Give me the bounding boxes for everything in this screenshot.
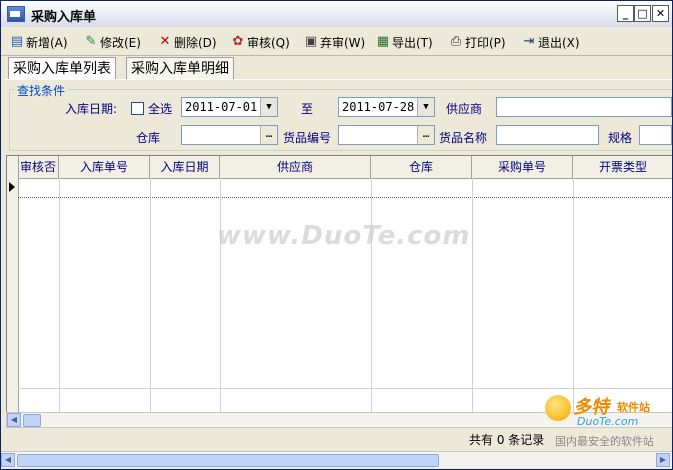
logo-slogan: 国内最安全的软件站 [555,435,654,448]
ellipsis-icon[interactable]: … [260,126,277,144]
grid-line [150,178,151,412]
scroll-left-icon[interactable]: ◀ [7,413,21,427]
select-all-label: 全选 [148,102,173,116]
scroll-thumb[interactable] [17,454,439,467]
supplier-input[interactable] [496,97,672,117]
exit-button[interactable]: ⇥ 退出(X) [522,33,580,51]
date-from-value: 2011-07-01 [185,100,258,114]
watermark: www.DuoTe.com [217,221,471,251]
current-row-arrow-icon [9,182,15,192]
date-to-picker[interactable]: 2011-07-28 ▼ [338,97,435,117]
scroll-right-icon[interactable]: ▶ [656,453,670,467]
mascot-icon [545,395,571,421]
record-count: 共有 0 条记录 [469,433,545,447]
app-icon [7,6,25,22]
data-grid[interactable]: 审核否 入库单号 入库日期 供应商 仓库 采购单号 开票类型 [6,155,672,413]
toolbar: ▤ 新增(A) ✎ 修改(E) ✕ 删除(D) ✿ 审核(Q) ▣ 弃审(W) … [1,29,672,56]
column-header-audited[interactable]: 审核否 [18,156,59,178]
column-header-receipt-date[interactable]: 入库日期 [150,156,220,178]
product-code-input[interactable]: … [338,125,435,145]
grid-line [573,178,574,412]
search-group-title: 查找条件 [15,82,68,99]
ellipsis-icon[interactable]: … [417,126,434,144]
column-header-po-no[interactable]: 采购单号 [472,156,573,178]
add-button[interactable]: ▤ 新增(A) [10,33,68,51]
table-row[interactable] [18,178,672,197]
to-label: 至 [301,102,314,116]
product-name-input[interactable] [496,125,599,145]
chevron-down-icon[interactable]: ▼ [260,98,277,116]
chevron-down-icon[interactable]: ▼ [417,98,434,116]
add-button-label: 新增(A) [26,35,68,50]
logo-url: DuoTe.com [577,415,639,428]
grid-line [371,178,372,412]
print-button[interactable]: ⎙ 打印(P) [449,33,506,51]
audit-icon: ✿ [232,34,244,49]
column-header-supplier[interactable]: 供应商 [220,156,371,178]
grid-line [59,178,60,412]
edit-icon: ✎ [85,34,97,49]
maximize-button[interactable]: □ [634,5,651,22]
audit-button-label: 审核(Q) [247,35,290,50]
tab-list[interactable]: 采购入库单列表 [8,57,116,80]
footer-indicator [7,389,19,412]
print-icon: ⎙ [450,34,462,49]
warehouse-input[interactable]: … [181,125,278,145]
scroll-left-icon[interactable]: ◀ [1,453,15,467]
column-header-invoice-type[interactable]: 开票类型 [573,156,672,178]
print-button-label: 打印(P) [465,35,506,50]
column-header-warehouse[interactable]: 仓库 [371,156,472,178]
date-label: 入库日期: [65,102,118,116]
tab-detail[interactable]: 采购入库单明细 [126,57,234,80]
grid-footer-line [18,388,672,389]
main-window: 采购入库单 _ □ ✕ ▤ 新增(A) ✎ 修改(E) ✕ 删除(D) ✿ 审核… [0,0,673,470]
spec-input[interactable] [639,125,672,145]
exit-button-label: 退出(X) [538,35,580,50]
grid-header: 审核否 入库单号 入库日期 供应商 仓库 采购单号 开票类型 [7,156,672,179]
minimize-button[interactable]: _ [617,5,634,22]
select-all-checkbox[interactable] [131,102,144,115]
audit-button[interactable]: ✿ 审核(Q) [231,33,290,51]
edit-button[interactable]: ✎ 修改(E) [84,33,141,51]
supplier-label: 供应商 [446,102,483,116]
delete-button[interactable]: ✕ 删除(D) [158,33,217,51]
exit-icon: ⇥ [523,34,535,49]
close-button[interactable]: ✕ [652,5,669,22]
date-to-value: 2011-07-28 [342,100,415,114]
window-title: 采购入库单 [31,10,97,25]
export-button-label: 导出(T) [392,35,433,50]
unaudit-button[interactable]: ▣ 弃审(W) [304,33,365,51]
unaudit-button-label: 弃审(W) [320,35,366,50]
warehouse-label: 仓库 [136,131,161,145]
spec-label: 规格 [608,131,633,145]
grid-line [220,178,221,412]
product-name-label: 货品名称 [439,131,488,145]
unaudit-icon: ▣ [304,34,318,49]
date-from-picker[interactable]: 2011-07-01 ▼ [181,97,278,117]
product-code-label: 货品编号 [283,131,332,145]
scroll-thumb[interactable] [23,414,41,427]
column-header-receipt-no[interactable]: 入库单号 [59,156,150,178]
export-button[interactable]: ▦ 导出(T) [376,33,433,51]
duote-logo: 多特 软件站 DuoTe.com 国内最安全的软件站 [541,393,671,451]
delete-button-label: 删除(D) [174,35,217,50]
logo-brand-sub: 软件站 [617,401,650,414]
row-focus-outline [18,197,672,198]
grid-line [472,178,473,412]
window-horizontal-scrollbar[interactable]: ◀ ▶ [1,451,672,468]
document-new-icon: ▤ [10,34,24,49]
export-icon: ▦ [376,34,390,49]
edit-button-label: 修改(E) [100,35,141,50]
title-bar[interactable]: 采购入库单 _ □ ✕ [1,1,672,27]
delete-icon: ✕ [159,34,171,49]
